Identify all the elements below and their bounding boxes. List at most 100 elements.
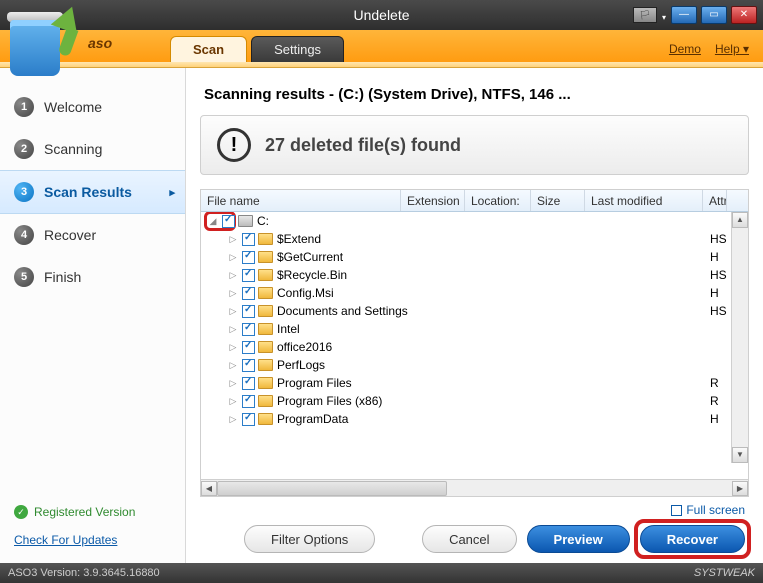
table-row[interactable]: ▷Program Files (x86)R bbox=[201, 392, 748, 410]
scroll-down-icon[interactable]: ▼ bbox=[732, 447, 748, 463]
table-row[interactable]: ▷Intel bbox=[201, 320, 748, 338]
expand-icon[interactable]: ▷ bbox=[227, 360, 239, 371]
minimize-button[interactable]: — bbox=[671, 6, 697, 24]
table-row[interactable]: ▷office2016 bbox=[201, 338, 748, 356]
banner-message: 27 deleted file(s) found bbox=[265, 135, 461, 156]
folder-icon bbox=[258, 251, 273, 263]
table-body: ▲▼ ◢C:▷$ExtendHS▷$GetCurrentH▷$Recycle.B… bbox=[201, 212, 748, 479]
row-checkbox[interactable] bbox=[242, 413, 255, 426]
close-button[interactable]: ✕ bbox=[731, 6, 757, 24]
table-row[interactable]: ▷Documents and SettingsHS bbox=[201, 302, 748, 320]
row-checkbox[interactable] bbox=[242, 395, 255, 408]
table-row[interactable]: ▷Program FilesR bbox=[201, 374, 748, 392]
row-checkbox[interactable] bbox=[242, 359, 255, 372]
folder-icon bbox=[258, 269, 273, 281]
demo-link[interactable]: Demo bbox=[669, 42, 701, 56]
main-panel: Scanning results - (C:) (System Drive), … bbox=[186, 68, 763, 563]
results-table: File name Extension Location: Size Last … bbox=[200, 189, 749, 497]
folder-icon bbox=[258, 341, 273, 353]
row-checkbox[interactable] bbox=[242, 323, 255, 336]
table-row[interactable]: ▷$GetCurrentH bbox=[201, 248, 748, 266]
table-row[interactable]: ▷PerfLogs bbox=[201, 356, 748, 374]
row-checkbox[interactable] bbox=[242, 251, 255, 264]
registered-label: ✓Registered Version bbox=[14, 505, 171, 519]
brand-text: aso bbox=[88, 35, 112, 51]
scroll-left-icon[interactable]: ◀ bbox=[201, 481, 217, 496]
step-recover[interactable]: 4Recover bbox=[0, 214, 185, 256]
sidebar: 1Welcome 2Scanning 3Scan Results 4Recove… bbox=[0, 68, 186, 563]
expand-icon[interactable]: ▷ bbox=[227, 252, 239, 263]
fullscreen-link[interactable]: Full screen bbox=[671, 503, 745, 517]
col-filename[interactable]: File name bbox=[201, 190, 401, 211]
folder-icon bbox=[258, 377, 273, 389]
row-checkbox[interactable] bbox=[242, 377, 255, 390]
preview-button[interactable]: Preview bbox=[527, 525, 630, 553]
folder-icon bbox=[258, 395, 273, 407]
expand-icon[interactable]: ▷ bbox=[227, 324, 239, 335]
row-checkbox[interactable] bbox=[242, 233, 255, 246]
step-scan-results[interactable]: 3Scan Results bbox=[0, 170, 185, 214]
filter-options-button[interactable]: Filter Options bbox=[244, 525, 375, 553]
row-checkbox[interactable] bbox=[242, 269, 255, 282]
fullscreen-icon bbox=[671, 505, 682, 516]
expand-icon[interactable]: ▷ bbox=[227, 414, 239, 425]
table-row[interactable]: ▷Config.MsiH bbox=[201, 284, 748, 302]
window-buttons: 🏳 — ▭ ✕ bbox=[633, 6, 763, 24]
scroll-up-icon[interactable]: ▲ bbox=[732, 212, 748, 228]
horizontal-scrollbar[interactable]: ◀ ▶ bbox=[201, 479, 748, 496]
cancel-button[interactable]: Cancel bbox=[422, 525, 516, 553]
row-checkbox[interactable] bbox=[242, 305, 255, 318]
expand-icon[interactable]: ▷ bbox=[227, 396, 239, 407]
table-row[interactable]: ◢C: bbox=[201, 212, 748, 230]
check-updates-link[interactable]: Check For Updates bbox=[14, 533, 171, 547]
row-checkbox[interactable] bbox=[222, 215, 235, 228]
table-row[interactable]: ▷ProgramDataH bbox=[201, 410, 748, 428]
col-size[interactable]: Size bbox=[531, 190, 585, 211]
expand-icon[interactable]: ▷ bbox=[227, 342, 239, 353]
step-welcome[interactable]: 1Welcome bbox=[0, 86, 185, 128]
expand-icon[interactable]: ▷ bbox=[227, 306, 239, 317]
scroll-thumb[interactable] bbox=[217, 481, 447, 496]
vertical-scrollbar[interactable]: ▲▼ bbox=[731, 212, 748, 463]
tab-settings[interactable]: Settings bbox=[251, 36, 344, 62]
folder-icon bbox=[258, 233, 273, 245]
col-extension[interactable]: Extension bbox=[401, 190, 465, 211]
language-flag-icon[interactable]: 🏳 bbox=[633, 7, 657, 23]
ribbon: aso Scan Settings Demo Help ▾ bbox=[0, 30, 763, 62]
results-heading: Scanning results - (C:) (System Drive), … bbox=[200, 76, 749, 115]
folder-icon bbox=[258, 359, 273, 371]
expand-icon[interactable]: ▷ bbox=[227, 234, 239, 245]
step-finish[interactable]: 5Finish bbox=[0, 256, 185, 298]
col-attr[interactable]: Attr bbox=[703, 190, 727, 211]
ribbon-links: Demo Help ▾ bbox=[669, 42, 763, 62]
step-scanning[interactable]: 2Scanning bbox=[0, 128, 185, 170]
folder-icon bbox=[258, 287, 273, 299]
scroll-right-icon[interactable]: ▶ bbox=[732, 481, 748, 496]
help-link[interactable]: Help ▾ bbox=[715, 42, 749, 56]
table-header: File name Extension Location: Size Last … bbox=[201, 190, 748, 212]
results-banner: ! 27 deleted file(s) found bbox=[200, 115, 749, 175]
drive-icon bbox=[238, 215, 253, 227]
folder-icon bbox=[258, 305, 273, 317]
expand-icon[interactable]: ▷ bbox=[227, 270, 239, 281]
col-modified[interactable]: Last modified bbox=[585, 190, 703, 211]
col-location[interactable]: Location: bbox=[465, 190, 531, 211]
row-checkbox[interactable] bbox=[242, 287, 255, 300]
folder-icon bbox=[258, 413, 273, 425]
expand-icon[interactable]: ▷ bbox=[227, 288, 239, 299]
version-text: ASO3 Version: 3.9.3645.16880 bbox=[8, 567, 160, 579]
expand-icon[interactable]: ◢ bbox=[207, 216, 219, 227]
recover-button[interactable]: Recover bbox=[640, 525, 745, 553]
expand-icon[interactable]: ▷ bbox=[227, 378, 239, 389]
app-logo-icon bbox=[4, 6, 82, 76]
alert-icon: ! bbox=[217, 128, 251, 162]
table-row[interactable]: ▷$ExtendHS bbox=[201, 230, 748, 248]
check-icon: ✓ bbox=[14, 505, 28, 519]
window-title: Undelete bbox=[353, 7, 409, 23]
row-checkbox[interactable] bbox=[242, 341, 255, 354]
button-row: Filter Options Cancel Preview Recover bbox=[200, 521, 749, 563]
maximize-button[interactable]: ▭ bbox=[701, 6, 727, 24]
table-row[interactable]: ▷$Recycle.BinHS bbox=[201, 266, 748, 284]
tab-scan[interactable]: Scan bbox=[170, 36, 247, 62]
folder-icon bbox=[258, 323, 273, 335]
